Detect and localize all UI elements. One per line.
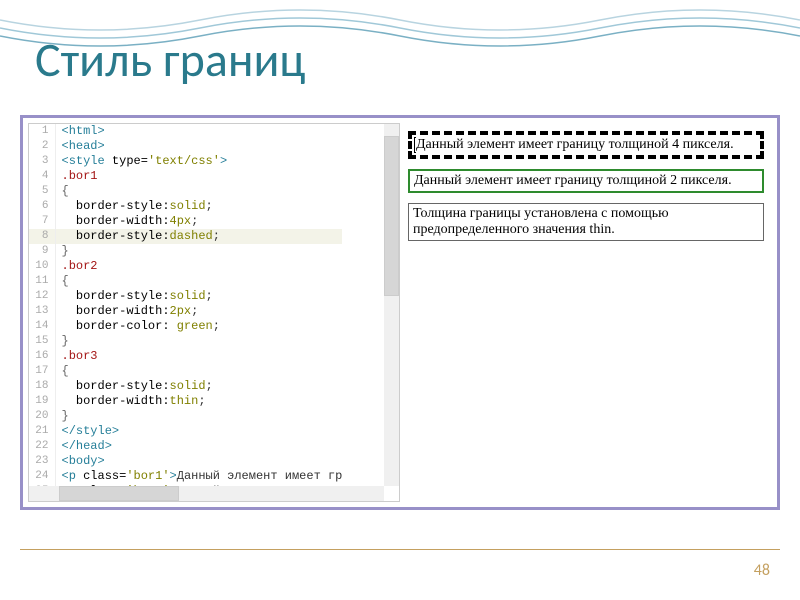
vertical-scrollbar[interactable] — [384, 124, 399, 486]
code-line[interactable]: border-width:4px; — [55, 214, 342, 229]
line-number: 11 — [29, 274, 55, 289]
code-line[interactable]: </style> — [55, 424, 342, 439]
code-line[interactable]: <head> — [55, 139, 342, 154]
code-line[interactable]: <html> — [55, 124, 342, 139]
line-number: 6 — [29, 199, 55, 214]
footer-line — [20, 549, 780, 550]
code-line[interactable]: border-style:solid; — [55, 199, 342, 214]
preview-text-1: Данный элемент имеет границу толщиной 4 … — [416, 137, 734, 152]
line-number: 18 — [29, 379, 55, 394]
code-line[interactable]: border-style:solid; — [55, 379, 342, 394]
line-number: 8 — [29, 229, 55, 244]
line-number: 24 — [29, 469, 55, 484]
code-line[interactable]: border-style:solid; — [55, 289, 342, 304]
code-line[interactable]: border-color: green; — [55, 319, 342, 334]
code-line[interactable]: .bor1 — [55, 169, 342, 184]
code-line[interactable]: } — [55, 409, 342, 424]
code-line[interactable]: { — [55, 364, 342, 379]
line-number: 23 — [29, 454, 55, 469]
preview-box-thin: Толщина границы установлена с помощью пр… — [408, 203, 764, 241]
line-number: 1 — [29, 124, 55, 139]
scrollbar-thumb[interactable] — [384, 136, 399, 296]
code-editor[interactable]: 1<html>2<head>3<style type='text/css'>4.… — [28, 123, 400, 502]
code-lines: 1<html>2<head>3<style type='text/css'>4.… — [29, 124, 342, 499]
line-number: 15 — [29, 334, 55, 349]
horizontal-scrollbar[interactable] — [29, 486, 384, 501]
line-number: 12 — [29, 289, 55, 304]
line-number: 7 — [29, 214, 55, 229]
code-line[interactable]: border-style:dashed; — [55, 229, 342, 244]
content-panel: 1<html>2<head>3<style type='text/css'>4.… — [20, 115, 780, 510]
line-number: 22 — [29, 439, 55, 454]
preview-text-3: Толщина границы установлена с помощью пр… — [413, 206, 669, 237]
line-number: 17 — [29, 364, 55, 379]
preview-box-dashed: Данный элемент имеет границу толщиной 4 … — [408, 131, 764, 159]
line-number: 19 — [29, 394, 55, 409]
line-number: 3 — [29, 154, 55, 169]
scrollbar-thumb[interactable] — [59, 486, 179, 501]
code-line[interactable]: border-width:2px; — [55, 304, 342, 319]
code-line[interactable]: { — [55, 274, 342, 289]
line-number: 14 — [29, 319, 55, 334]
line-number: 21 — [29, 424, 55, 439]
code-line[interactable]: } — [55, 244, 342, 259]
line-number: 16 — [29, 349, 55, 364]
code-line[interactable]: { — [55, 184, 342, 199]
code-line[interactable]: <p class='bor1'>Данный элемент имеет гр — [55, 469, 342, 484]
line-number: 10 — [29, 259, 55, 274]
code-line[interactable]: border-width:thin; — [55, 394, 342, 409]
split-container: 1<html>2<head>3<style type='text/css'>4.… — [28, 123, 772, 502]
line-number: 20 — [29, 409, 55, 424]
line-number: 9 — [29, 244, 55, 259]
preview-pane: Данный элемент имеет границу толщиной 4 … — [400, 123, 772, 502]
line-number: 2 — [29, 139, 55, 154]
line-number: 4 — [29, 169, 55, 184]
preview-text-2: Данный элемент имеет границу толщиной 2 … — [414, 173, 732, 188]
code-line[interactable]: } — [55, 334, 342, 349]
preview-box-green: Данный элемент имеет границу толщиной 2 … — [408, 169, 764, 193]
line-number: 13 — [29, 304, 55, 319]
code-line[interactable]: <style type='text/css'> — [55, 154, 342, 169]
slide-title: Стиль границ — [35, 30, 305, 89]
page-number: 48 — [754, 561, 770, 580]
code-line[interactable]: <body> — [55, 454, 342, 469]
text-cursor-icon — [414, 137, 416, 153]
line-number: 5 — [29, 184, 55, 199]
code-line[interactable]: .bor3 — [55, 349, 342, 364]
code-line[interactable]: .bor2 — [55, 259, 342, 274]
code-line[interactable]: </head> — [55, 439, 342, 454]
